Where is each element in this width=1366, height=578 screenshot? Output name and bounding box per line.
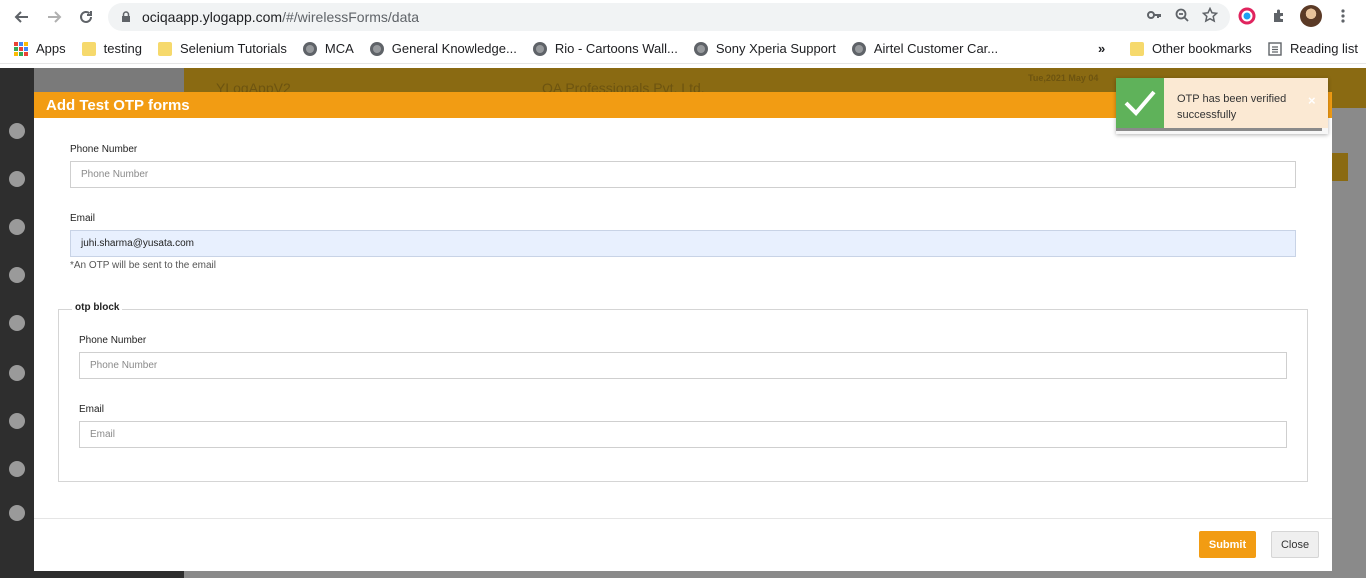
key-icon[interactable]: [1146, 7, 1162, 27]
folder-icon: [1130, 41, 1144, 56]
close-button[interactable]: Close: [1271, 531, 1319, 558]
bookmark-apps[interactable]: Apps: [6, 37, 74, 61]
phone-label: Phone Number: [70, 144, 138, 155]
submit-button[interactable]: Submit: [1199, 531, 1256, 558]
bookmark-label: General Knowledge...: [391, 41, 517, 56]
globe-icon: [532, 41, 547, 56]
app-date: Tue,2021 May 04: [1028, 73, 1099, 83]
bookmark-other[interactable]: Other bookmarks: [1122, 37, 1260, 61]
zoom-icon[interactable]: [1174, 7, 1190, 27]
folder-icon: [157, 41, 172, 56]
bell-icon: [9, 461, 25, 477]
settings-icon: [9, 267, 25, 283]
bookmark-label: Sony Xperia Support: [715, 41, 836, 56]
url-text: ociqaapp.ylogapp.com/#/wirelessForms/dat…: [142, 9, 420, 25]
bookmark-label: MCA: [324, 41, 354, 56]
otp-phone-label: Phone Number: [79, 335, 147, 346]
email-hint: *An OTP will be sent to the email: [70, 260, 216, 271]
color-extension-icon[interactable]: [1236, 5, 1258, 27]
bookmark-rio-cartoons[interactable]: Rio - Cartoons Wall...: [525, 37, 686, 61]
globe-icon: [369, 41, 384, 56]
location-icon: [9, 219, 25, 235]
reload-icon[interactable]: [70, 1, 102, 33]
toast-progress-bar: [1116, 128, 1322, 131]
clock-icon: [9, 365, 25, 381]
reading-list[interactable]: Reading list: [1260, 37, 1366, 61]
star-icon[interactable]: [1201, 6, 1219, 27]
browser-toolbar: ociqaapp.ylogapp.com/#/wirelessForms/dat…: [0, 0, 1366, 34]
otp-email-input[interactable]: Email: [79, 421, 1287, 448]
phone-input[interactable]: Phone Number: [70, 161, 1296, 188]
lock-icon: [122, 11, 130, 22]
bookmark-general-knowledge[interactable]: General Knowledge...: [362, 37, 525, 61]
bookmark-label: Rio - Cartoons Wall...: [554, 41, 678, 56]
otp-phone-input[interactable]: Phone Number: [79, 352, 1287, 379]
otp-block-legend: otp block: [72, 302, 123, 313]
toast-message: OTP has been verified successfully: [1177, 93, 1287, 121]
thermometer-icon: [9, 315, 25, 331]
back-icon[interactable]: [6, 1, 38, 33]
globe-icon: [693, 41, 708, 56]
bookmark-mca[interactable]: MCA: [295, 37, 362, 61]
book-icon: [9, 413, 25, 429]
address-bar[interactable]: ociqaapp.ylogapp.com/#/wirelessForms/dat…: [108, 3, 1230, 31]
app-sidebar: [0, 68, 34, 578]
checkmark-icon: [1116, 78, 1164, 128]
modal-footer: Submit Close: [34, 518, 1332, 571]
email-input[interactable]: juhi.sharma@yusata.com: [70, 230, 1296, 257]
bookmark-label: testing: [103, 41, 142, 56]
bookmark-label: Reading list: [1290, 41, 1358, 56]
modal-body: Phone Number Phone Number Email juhi.sha…: [34, 118, 1332, 518]
bookmark-selenium-tutorials[interactable]: Selenium Tutorials: [150, 37, 295, 61]
globe-icon: [302, 41, 317, 56]
bookmark-airtel[interactable]: Airtel Customer Car...: [844, 37, 1006, 61]
profile-avatar[interactable]: [1300, 5, 1322, 27]
bookmark-label: Selenium Tutorials: [179, 41, 287, 56]
forward-icon[interactable]: [38, 1, 70, 33]
more-bookmarks-icon[interactable]: »: [1090, 37, 1113, 61]
bookmarks-bar: Apps testing Selenium Tutorials MCA Gene…: [0, 34, 1366, 64]
apps-grid-icon: [14, 41, 28, 56]
success-toast: OTP has been verified successfully ×: [1116, 78, 1328, 134]
dashboard-icon: [9, 123, 25, 139]
cluster-icon: [9, 171, 25, 187]
toast-close-icon[interactable]: ×: [1308, 93, 1316, 108]
otp-block: [58, 309, 1308, 482]
bookmark-label: Apps: [36, 41, 66, 56]
folder-icon: [81, 41, 96, 56]
reading-list-icon: [1268, 41, 1282, 56]
bookmark-label: Airtel Customer Car...: [873, 41, 999, 56]
more-menu-icon[interactable]: [1332, 5, 1354, 27]
otp-email-label: Email: [79, 404, 105, 415]
toast-body: OTP has been verified successfully ×: [1164, 78, 1328, 128]
app-panel-strip: [1332, 153, 1348, 181]
bookmark-testing[interactable]: testing: [74, 37, 150, 61]
globe-icon: [851, 41, 866, 56]
mobile-icon: [9, 505, 25, 521]
bookmark-label: Other bookmarks: [1152, 41, 1252, 56]
bookmark-sony-xperia[interactable]: Sony Xperia Support: [686, 37, 844, 61]
otp-form-modal: Add Test OTP forms Phone Number Phone Nu…: [34, 92, 1332, 571]
extensions-puzzle-icon[interactable]: [1268, 5, 1290, 27]
email-label: Email: [70, 213, 96, 224]
